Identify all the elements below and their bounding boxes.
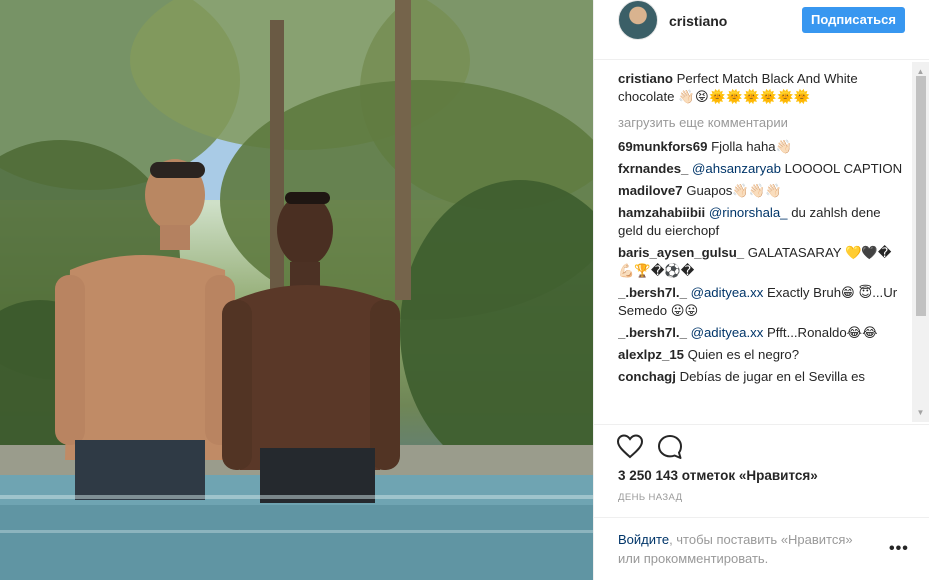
comment-mention[interactable]: @adityea.xx bbox=[691, 325, 764, 340]
comment-text: Guapos👋🏻👋🏻👋🏻 bbox=[686, 183, 782, 198]
comment-username[interactable]: madilove7 bbox=[618, 183, 683, 198]
comments-list: cristiano Perfect Match Black And White … bbox=[618, 70, 908, 422]
login-prompt: Войдите, чтобы поставить «Нравится» или … bbox=[594, 517, 929, 580]
list-item: madilove7 Guapos👋🏻👋🏻👋🏻 bbox=[618, 182, 908, 200]
avatar[interactable] bbox=[618, 0, 658, 40]
list-item: fxrnandes_ @ahsanzaryab LOOOOL CAPTION bbox=[618, 160, 908, 178]
comment-text: LOOOOL CAPTION bbox=[784, 161, 903, 176]
comment-username[interactable]: _.bersh7l._ bbox=[618, 285, 687, 300]
list-item: conchagj Debías de jugar en el Sevilla e… bbox=[618, 368, 908, 386]
comment-text: Fjolla haha👋🏻 bbox=[711, 139, 793, 154]
caption-username[interactable]: cristiano bbox=[618, 71, 673, 86]
load-more-comments-link[interactable]: загрузить еще комментарии bbox=[618, 114, 908, 132]
comment-username[interactable]: _.bersh7l._ bbox=[618, 325, 687, 340]
scroll-down-arrow-icon[interactable]: ▼ bbox=[912, 405, 929, 420]
comment-username[interactable]: 69munkfors69 bbox=[618, 139, 707, 154]
follow-button[interactable]: Подписаться bbox=[802, 7, 905, 33]
likes-count[interactable]: 3 250 143 отметок «Нравится» bbox=[618, 468, 818, 483]
caption: cristiano Perfect Match Black And White … bbox=[618, 70, 908, 106]
speech-bubble-icon[interactable] bbox=[656, 433, 684, 461]
more-dots-icon[interactable]: ••• bbox=[889, 540, 909, 558]
comment-username[interactable]: fxrnandes_ bbox=[618, 161, 688, 176]
scrollbar-thumb[interactable] bbox=[916, 76, 926, 316]
list-item: 69munkfors69 Fjolla haha👋🏻 bbox=[618, 138, 908, 156]
comment-username[interactable]: hamzahabiibii bbox=[618, 205, 705, 220]
comment-mention[interactable]: @rinorshala_ bbox=[709, 205, 788, 220]
post-actions: 3 250 143 отметок «Нравится» ДЕНЬ НАЗАД … bbox=[594, 424, 929, 580]
post-side-panel: cristiano Подписаться cristiano Perfect … bbox=[593, 0, 929, 580]
post-photo[interactable] bbox=[0, 0, 593, 580]
caption-emoji: 👋🏻😝🌞🌞🌞🌞🌞🌞 bbox=[678, 89, 811, 104]
comment-mention[interactable]: @adityea.xx bbox=[691, 285, 764, 300]
comment-username[interactable]: alexlpz_15 bbox=[618, 347, 684, 362]
post-timestamp: ДЕНЬ НАЗАД bbox=[618, 492, 683, 503]
post-photo-art bbox=[0, 0, 593, 580]
heart-outline-icon[interactable] bbox=[616, 433, 644, 461]
list-item: baris_aysen_gulsu_ GALATASARAY 💛🖤� 💪🏻🏆�⚽… bbox=[618, 244, 908, 280]
comment-text: Debías de jugar en el Sevilla es bbox=[679, 369, 866, 384]
comment-text: Quien es el negro? bbox=[687, 347, 800, 362]
header-username[interactable]: cristiano bbox=[669, 13, 727, 29]
comment-username[interactable]: conchagj bbox=[618, 369, 676, 384]
list-item: _.bersh7l._ @adityea.xx Pfft...Ronaldo😂😂 bbox=[618, 324, 908, 342]
comment-text: Pfft...Ronaldo😂😂 bbox=[767, 325, 878, 340]
comments-scrollbar[interactable]: ▲ ▼ bbox=[912, 62, 929, 422]
post-header: cristiano Подписаться bbox=[594, 0, 929, 60]
comment-mention[interactable]: @ahsanzaryab bbox=[692, 161, 781, 176]
list-item: alexlpz_15 Quien es el negro? bbox=[618, 346, 908, 364]
comment-username[interactable]: baris_aysen_gulsu_ bbox=[618, 245, 744, 260]
list-item: hamzahabiibii @rinorshala_ du zahlsh den… bbox=[618, 204, 908, 240]
list-item: _.bersh7l._ @adityea.xx Exactly Bruh😁 😇.… bbox=[618, 284, 908, 320]
login-prompt-text: Войдите, чтобы поставить «Нравится» или … bbox=[618, 530, 878, 568]
login-link[interactable]: Войдите bbox=[618, 532, 669, 547]
